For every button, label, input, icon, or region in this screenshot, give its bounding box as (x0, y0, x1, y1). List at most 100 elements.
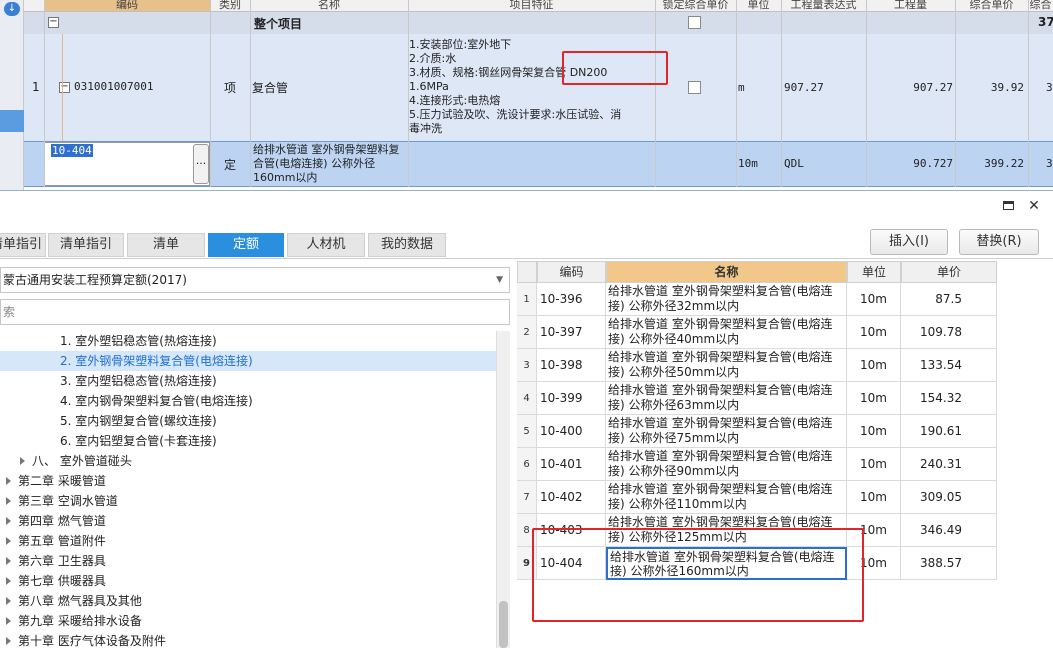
tree-item[interactable]: 6. 室内铝塑复合管(卡套连接) (60, 431, 217, 451)
tab-my-data[interactable]: 我的数据 (368, 233, 446, 257)
replace-button[interactable]: 替换(R) (959, 229, 1039, 255)
tree-item[interactable]: 5. 室内钢塑复合管(螺纹连接) (60, 411, 217, 431)
expand-arrow-icon[interactable] (6, 497, 11, 505)
row-code[interactable]: 10-401 (537, 448, 606, 481)
tab-list-guide-2[interactable]: 清单指引 (48, 233, 124, 257)
tree-item[interactable]: 第二章 采暖管道 (6, 471, 106, 491)
quota-name[interactable]: 给排水管道 室外钢骨架塑料复合管(电熔连接) 公称外径160mm以内 (253, 143, 408, 185)
row-price[interactable]: 154.32 (901, 382, 997, 415)
row-code[interactable]: 10-397 (537, 316, 606, 349)
expand-arrow-icon[interactable] (6, 537, 11, 545)
quota-row[interactable]: 10-404 ··· 定 给排水管道 室外钢骨架塑料复合管(电熔连接) 公称外径… (24, 141, 1053, 187)
chevron-down-icon[interactable]: ▼ (496, 268, 503, 292)
expand-arrow-icon[interactable] (6, 617, 11, 625)
row-unit[interactable]: 10m (847, 481, 901, 514)
col-header-name[interactable]: 名称 (250, 0, 408, 12)
row-name[interactable]: 给排水管道 室外钢骨架塑料复合管(电熔连接) 公称外径75mm以内 (606, 415, 847, 448)
row-name[interactable]: 给排水管道 室外钢骨架塑料复合管(电熔连接) 公称外径40mm以内 (606, 316, 847, 349)
expand-arrow-icon[interactable] (6, 637, 11, 645)
tree-item[interactable]: 八、 室外管道碰头 (20, 451, 132, 471)
tree-item[interactable]: 2. 室外钢骨架塑料复合管(电熔连接) (60, 351, 253, 371)
collapse-icon[interactable]: − (48, 17, 59, 28)
expand-arrow-icon[interactable] (6, 557, 11, 565)
col-header-expr[interactable]: 工程量表达式 (781, 0, 866, 12)
library-select[interactable]: 蒙古通用安装工程预算定额(2017) ▼ (0, 267, 510, 293)
table-row[interactable]: 2 10-397 给排水管道 室外钢骨架塑料复合管(电熔连接) 公称外径40mm以内… (517, 316, 997, 349)
tree-item[interactable]: 4. 室内钢骨架塑料复合管(电熔连接) (60, 391, 253, 411)
expand-arrow-icon[interactable] (20, 457, 25, 465)
tab-quota[interactable]: 定额 (208, 233, 284, 257)
item-expr[interactable]: 907.27 (784, 81, 824, 94)
quota-code-input[interactable]: 10-404 (51, 144, 93, 157)
tab-list[interactable]: 清单 (127, 233, 205, 257)
row-code[interactable]: 10-403 (537, 514, 606, 547)
row-price[interactable]: 133.54 (901, 349, 997, 382)
list-header-price[interactable]: 单价 (901, 261, 997, 283)
row-name[interactable]: 给排水管道 室外钢骨架塑料复合管(电熔连接) 公称外径160mm以内 (606, 547, 847, 580)
tree-item[interactable]: 3. 室内塑铝稳态管(热熔连接) (60, 371, 217, 391)
tree-item[interactable]: 第五章 管道附件 (6, 531, 106, 551)
tree-scrollbar[interactable] (496, 331, 510, 648)
tree-item[interactable]: 第十章 医疗气体设备及附件 (6, 631, 166, 651)
item-code[interactable]: 031001007001 (74, 80, 153, 93)
row-unit[interactable]: 10m (847, 514, 901, 547)
row-code[interactable]: 10-404 (537, 547, 606, 580)
expand-arrow-icon[interactable] (6, 517, 11, 525)
row-unit[interactable]: 10m (847, 316, 901, 349)
expand-arrow-icon[interactable] (6, 597, 11, 605)
table-row[interactable]: 4 10-399 给排水管道 室外钢骨架塑料复合管(电熔连接) 公称外径63mm以内… (517, 382, 997, 415)
col-header-total[interactable]: 综合 (1028, 0, 1053, 12)
table-row[interactable]: 3 10-398 给排水管道 室外钢骨架塑料复合管(电熔连接) 公称外径50mm以内… (517, 349, 997, 382)
search-input[interactable]: 索 (0, 299, 510, 325)
row-code[interactable]: 10-399 (537, 382, 606, 415)
tab-labor-material[interactable]: 人材机 (287, 233, 365, 257)
collapse-icon[interactable]: − (59, 82, 70, 93)
row-code[interactable]: 10-400 (537, 415, 606, 448)
row-price[interactable]: 388.57 (901, 547, 997, 580)
row-code[interactable]: 10-398 (537, 349, 606, 382)
insert-button[interactable]: 插入(I) (870, 229, 948, 255)
row-name[interactable]: 给排水管道 室外钢骨架塑料复合管(电熔连接) 公称外径63mm以内 (606, 382, 847, 415)
col-header-lock[interactable]: 锁定综合单价 (655, 0, 736, 12)
tree-item[interactable]: 第七章 供暖器具 (6, 571, 106, 591)
row-price[interactable]: 346.49 (901, 514, 997, 547)
table-row[interactable]: 1 10-396 给排水管道 室外钢骨架塑料复合管(电熔连接) 公称外径32mm以内… (517, 283, 997, 316)
row-name[interactable]: 给排水管道 室外钢骨架塑料复合管(电熔连接) 公称外径110mm以内 (606, 481, 847, 514)
maximize-icon[interactable] (1000, 198, 1016, 214)
group-lock-checkbox[interactable] (688, 16, 701, 29)
quota-code-editor[interactable]: 10-404 ··· (44, 142, 210, 186)
col-header-unit[interactable]: 单位 (736, 0, 781, 12)
list-header-unit[interactable]: 单位 (847, 261, 901, 283)
row-code[interactable]: 10-396 (537, 283, 606, 316)
col-header-price[interactable]: 综合单价 (955, 0, 1028, 12)
expand-arrow-icon[interactable] (6, 577, 11, 585)
table-row[interactable]: 1 − 031001007001 项 复合管 1.安装部位:室外地下 2.介质:水… (24, 34, 1053, 141)
row-name[interactable]: 给排水管道 室外钢骨架塑料复合管(电熔连接) 公称外径125mm以内 (606, 514, 847, 547)
row-unit[interactable]: 10m (847, 283, 901, 316)
expand-arrow-icon[interactable] (6, 477, 11, 485)
item-features[interactable]: 1.安装部位:室外地下 2.介质:水 3.材质、规格:钢丝网骨架复合管 DN200 1… (409, 38, 654, 136)
row-unit[interactable]: 10m (847, 448, 901, 481)
row-price[interactable]: 309.05 (901, 481, 997, 514)
tree-item[interactable]: 1. 室外塑铝稳态管(热熔连接) (60, 331, 217, 351)
col-header-feature[interactable]: 项目特征 (408, 0, 655, 12)
row-name[interactable]: 给排水管道 室外钢骨架塑料复合管(电熔连接) 公称外径32mm以内 (606, 283, 847, 316)
list-header-name[interactable]: 名称 (606, 261, 847, 283)
list-header-code[interactable]: 编码 (537, 261, 606, 283)
row-unit[interactable]: 10m (847, 547, 901, 580)
tree-scrollbar-thumb[interactable] (499, 601, 508, 648)
col-header-qty[interactable]: 工程量 (866, 0, 955, 12)
row-price[interactable]: 240.31 (901, 448, 997, 481)
row-price[interactable]: 109.78 (901, 316, 997, 349)
tree-item[interactable]: 第八章 燃气器具及其他 (6, 591, 142, 611)
table-row[interactable]: 6 10-401 给排水管道 室外钢骨架塑料复合管(电熔连接) 公称外径90mm以内… (517, 448, 997, 481)
table-row[interactable]: 5 10-400 给排水管道 室外钢骨架塑料复合管(电熔连接) 公称外径75mm以内… (517, 415, 997, 448)
row-unit[interactable]: 10m (847, 415, 901, 448)
tree-item[interactable]: 第四章 燃气管道 (6, 511, 106, 531)
item-lock-checkbox[interactable] (688, 81, 701, 94)
col-header-type[interactable]: 类别 (210, 0, 250, 12)
download-icon[interactable]: ↓ (4, 2, 20, 16)
tree-item[interactable]: 第九章 采暖给排水设备 (6, 611, 142, 631)
row-price[interactable]: 190.61 (901, 415, 997, 448)
close-icon[interactable]: ✕ (1026, 198, 1042, 214)
